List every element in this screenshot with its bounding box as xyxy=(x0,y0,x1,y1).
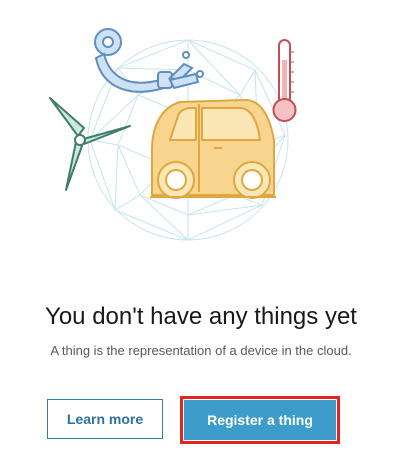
robot-arm-icon xyxy=(94,28,204,93)
learn-more-button[interactable]: Learn more xyxy=(47,399,163,439)
empty-state-illustration xyxy=(49,28,297,241)
car-icon xyxy=(150,99,276,199)
empty-state-title: You don't have any things yet xyxy=(45,303,357,330)
empty-state-page: You don't have any things yet A thing is… xyxy=(0,0,402,463)
register-thing-button[interactable]: Register a thing xyxy=(184,400,336,440)
empty-state-description: A thing is the representation of a devic… xyxy=(50,343,352,358)
thermometer-icon xyxy=(272,39,297,122)
